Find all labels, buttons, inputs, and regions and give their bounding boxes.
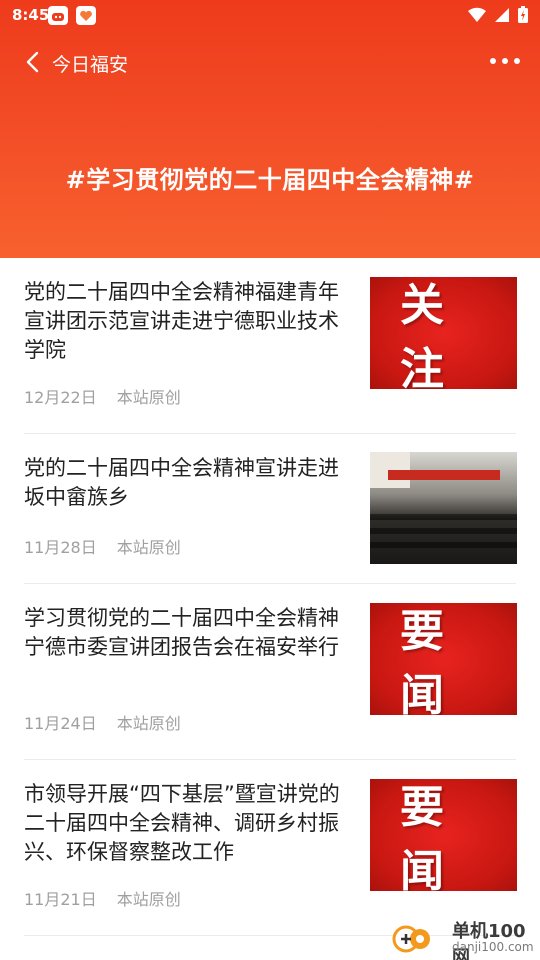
watermark: 单机100网 danji100.com bbox=[388, 915, 538, 960]
article-list: 党的二十届四中全会精神福建青年宣讲团示范宣讲走进宁德职业技术学院 12月22日 … bbox=[0, 258, 540, 936]
article-thumbnail: 关注 bbox=[370, 277, 517, 389]
article-thumbnail-photo bbox=[370, 452, 517, 564]
article-source: 本站原创 bbox=[116, 890, 181, 909]
heart-app-icon bbox=[76, 6, 96, 25]
header: 8:45 今日福安 #学习贯彻党的二十届四中全会精神# bbox=[0, 0, 540, 258]
article-thumbnail: 要闻 bbox=[370, 603, 517, 715]
photo-seat-row bbox=[370, 528, 517, 534]
article-meta: 11月21日 本站原创 bbox=[24, 886, 181, 910]
article-date: 11月24日 bbox=[24, 714, 97, 733]
status-time: 8:45 bbox=[12, 6, 50, 24]
list-item[interactable]: 市领导开展“四下基层”暨宣讲党的二十届四中全会精神、调研乡村振兴、环保督察整改工… bbox=[0, 760, 540, 936]
article-meta: 12月22日 本站原创 bbox=[24, 384, 181, 408]
wifi-icon bbox=[468, 7, 486, 22]
list-item[interactable]: 学习贯彻党的二十届四中全会精神宁德市委宣讲团报告会在福安举行 11月24日 本站… bbox=[0, 584, 540, 760]
chevron-left-icon[interactable] bbox=[22, 50, 46, 74]
article-date: 11月28日 bbox=[24, 538, 97, 557]
more-dots-icon[interactable] bbox=[490, 58, 520, 66]
thumbnail-text: 要闻 bbox=[400, 782, 474, 891]
article-meta: 11月24日 本站原创 bbox=[24, 710, 181, 734]
article-source: 本站原创 bbox=[116, 714, 181, 733]
photo-seat-row bbox=[370, 514, 517, 520]
article-date: 12月22日 bbox=[24, 388, 97, 407]
article-title: 学习贯彻党的二十届四中全会精神宁德市委宣讲团报告会在福安举行 bbox=[24, 606, 339, 659]
banner-title: #学习贯彻党的二十届四中全会精神# bbox=[65, 166, 475, 194]
article-title: 党的二十届四中全会精神福建青年宣讲团示范宣讲走进宁德职业技术学院 bbox=[24, 280, 339, 362]
article-title: 党的二十届四中全会精神宣讲走进坂中畲族乡 bbox=[24, 456, 339, 509]
thumbnail-text: 关注 bbox=[400, 280, 474, 389]
nav-bar: 今日福安 bbox=[0, 44, 540, 80]
article-date: 11月21日 bbox=[24, 890, 97, 909]
article-meta: 11月28日 本站原创 bbox=[24, 534, 181, 558]
notification-app-icon bbox=[48, 6, 68, 25]
article-title: 市领导开展“四下基层”暨宣讲党的二十届四中全会精神、调研乡村振兴、环保督察整改工… bbox=[24, 782, 340, 864]
watermark-domain: danji100.com bbox=[452, 940, 534, 954]
thumbnail-text: 要闻 bbox=[400, 606, 474, 715]
signal-icon bbox=[495, 7, 509, 22]
status-bar: 8:45 bbox=[0, 0, 540, 30]
article-thumbnail: 要闻 bbox=[370, 779, 517, 891]
photo-seat-row bbox=[370, 542, 517, 548]
article-source: 本站原创 bbox=[116, 388, 181, 407]
status-icons bbox=[468, 6, 528, 23]
battery-icon bbox=[518, 6, 528, 23]
article-source: 本站原创 bbox=[116, 538, 181, 557]
watermark-logo-icon bbox=[392, 925, 430, 953]
list-item[interactable]: 党的二十届四中全会精神福建青年宣讲团示范宣讲走进宁德职业技术学院 12月22日 … bbox=[0, 258, 540, 434]
photo-banner bbox=[388, 470, 500, 480]
page-title: 今日福安 bbox=[52, 54, 129, 76]
list-item[interactable]: 党的二十届四中全会精神宣讲走进坂中畲族乡 11月28日 本站原创 bbox=[0, 434, 540, 584]
